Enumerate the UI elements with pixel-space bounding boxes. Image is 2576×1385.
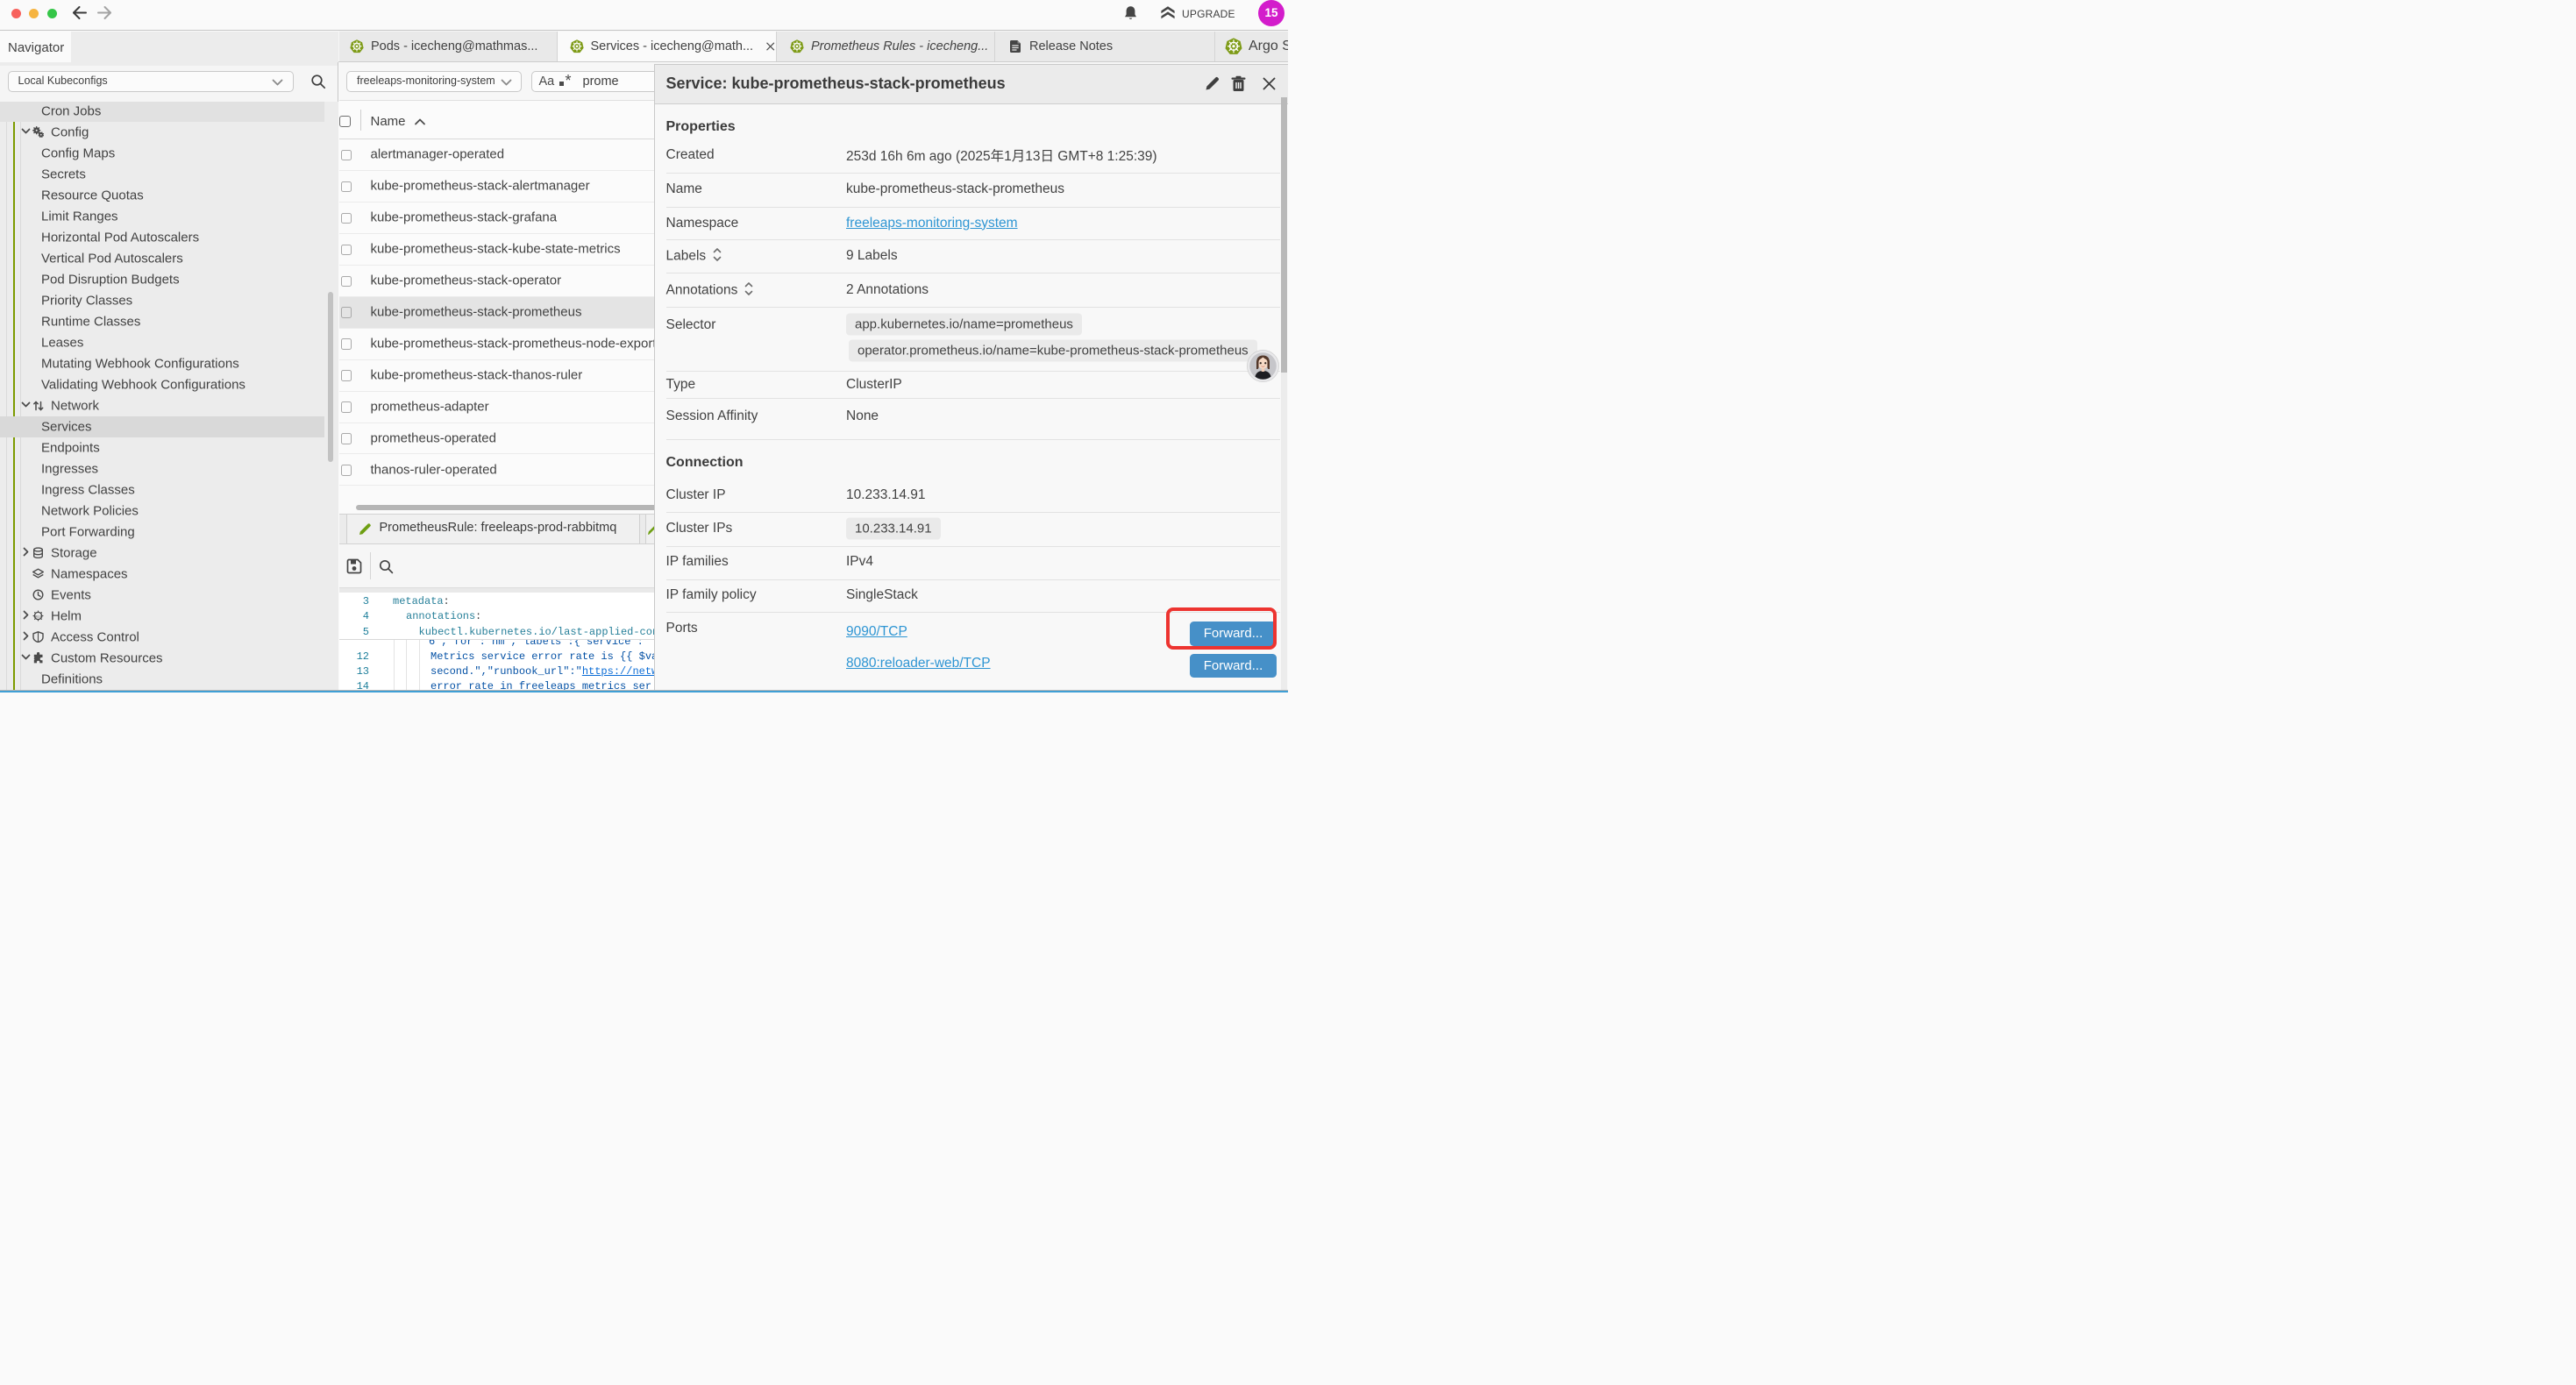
svg-text:HELM: HELM bbox=[34, 614, 43, 618]
